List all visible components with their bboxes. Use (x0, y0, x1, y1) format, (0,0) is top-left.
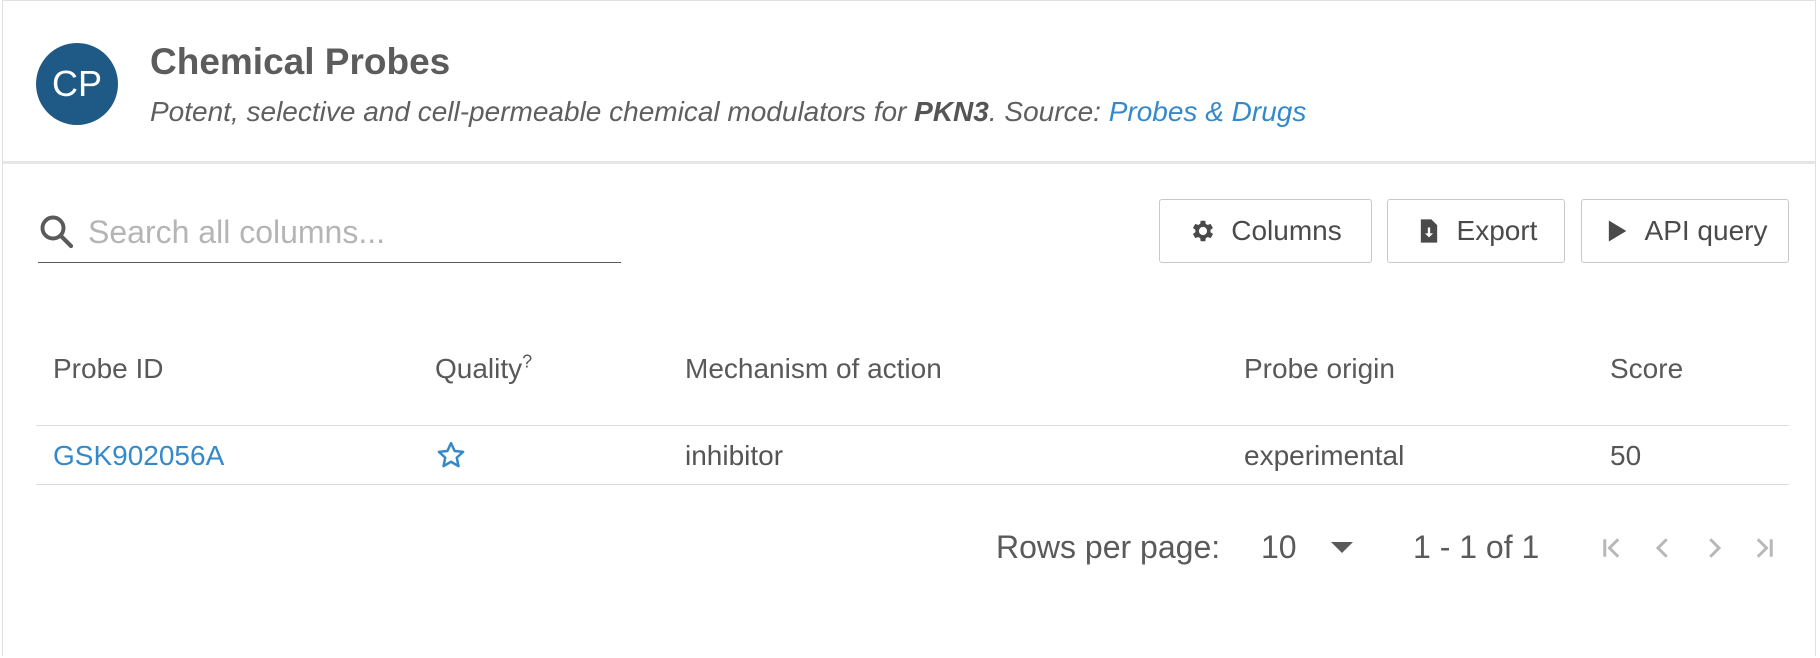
chevron-right-icon (1709, 538, 1722, 558)
previous-page-button[interactable] (1648, 533, 1678, 563)
rows-per-page-value: 10 (1261, 529, 1297, 565)
subtitle-prefix: Potent, selective and cell-permeable che… (150, 96, 915, 127)
pagination-range: 1 - 1 of 1 (1413, 529, 1540, 565)
file-download-icon (1420, 219, 1437, 243)
avatar: CP (36, 43, 118, 125)
subtitle-source-label: . Source: (988, 96, 1109, 127)
score-cell: 50 (1610, 440, 1642, 471)
target-name: PKN3 (914, 96, 989, 127)
column-header-score[interactable]: Score (1610, 353, 1683, 385)
table-row: GSK902056A inhibitor experimental 50 (36, 426, 1789, 485)
export-button[interactable]: Export (1387, 199, 1565, 263)
last-page-button[interactable] (1749, 533, 1779, 563)
column-header-origin[interactable]: Probe origin (1244, 353, 1395, 385)
probe-id-link[interactable]: GSK902056A (53, 440, 224, 472)
caret-down-icon (1331, 542, 1353, 553)
api-query-button-label: API query (1644, 215, 1768, 246)
column-header-probe-id[interactable]: Probe ID (53, 353, 164, 385)
play-icon (1608, 220, 1626, 242)
first-page-button[interactable] (1597, 533, 1627, 563)
search-field (38, 203, 621, 263)
last-page-icon (1756, 538, 1773, 558)
chemical-probes-card: CP Chemical Probes Potent, selective and… (2, 0, 1816, 656)
next-page-button[interactable] (1699, 533, 1729, 563)
columns-button[interactable]: Columns (1159, 199, 1372, 263)
export-button-label: Export (1456, 215, 1538, 246)
rows-per-page-label: Rows per page: (996, 529, 1221, 565)
columns-button-label: Columns (1231, 215, 1342, 246)
chevron-left-icon (1655, 538, 1668, 558)
search-input[interactable] (86, 211, 610, 253)
quality-help-tooltip[interactable]: ? (522, 352, 532, 372)
gear-icon (1193, 220, 1214, 242)
mechanism-cell: inhibitor (685, 440, 784, 471)
column-header-quality[interactable]: Quality? (435, 353, 532, 385)
card-header: CP Chemical Probes Potent, selective and… (3, 1, 1815, 164)
star-outline-icon (437, 441, 465, 468)
card-subtitle: Potent, selective and cell-permeable che… (150, 96, 1306, 128)
api-query-button[interactable]: API query (1581, 199, 1789, 263)
probes-table: Probe ID Quality? Mechanism of action Pr… (36, 331, 1789, 485)
pagination: Rows per page: 10 1 - 1 of 1 (3, 529, 1803, 569)
first-page-icon (1603, 538, 1620, 558)
table-header: Probe ID Quality? Mechanism of action Pr… (36, 331, 1789, 426)
source-link[interactable]: Probes & Drugs (1109, 96, 1307, 127)
column-header-mechanism[interactable]: Mechanism of action (685, 353, 942, 385)
rows-per-page-select[interactable]: 10 (1261, 529, 1371, 569)
origin-cell: experimental (1244, 440, 1405, 471)
page-title: Chemical Probes (150, 41, 451, 82)
search-icon (40, 215, 74, 249)
column-header-quality-label: Quality (435, 353, 523, 384)
